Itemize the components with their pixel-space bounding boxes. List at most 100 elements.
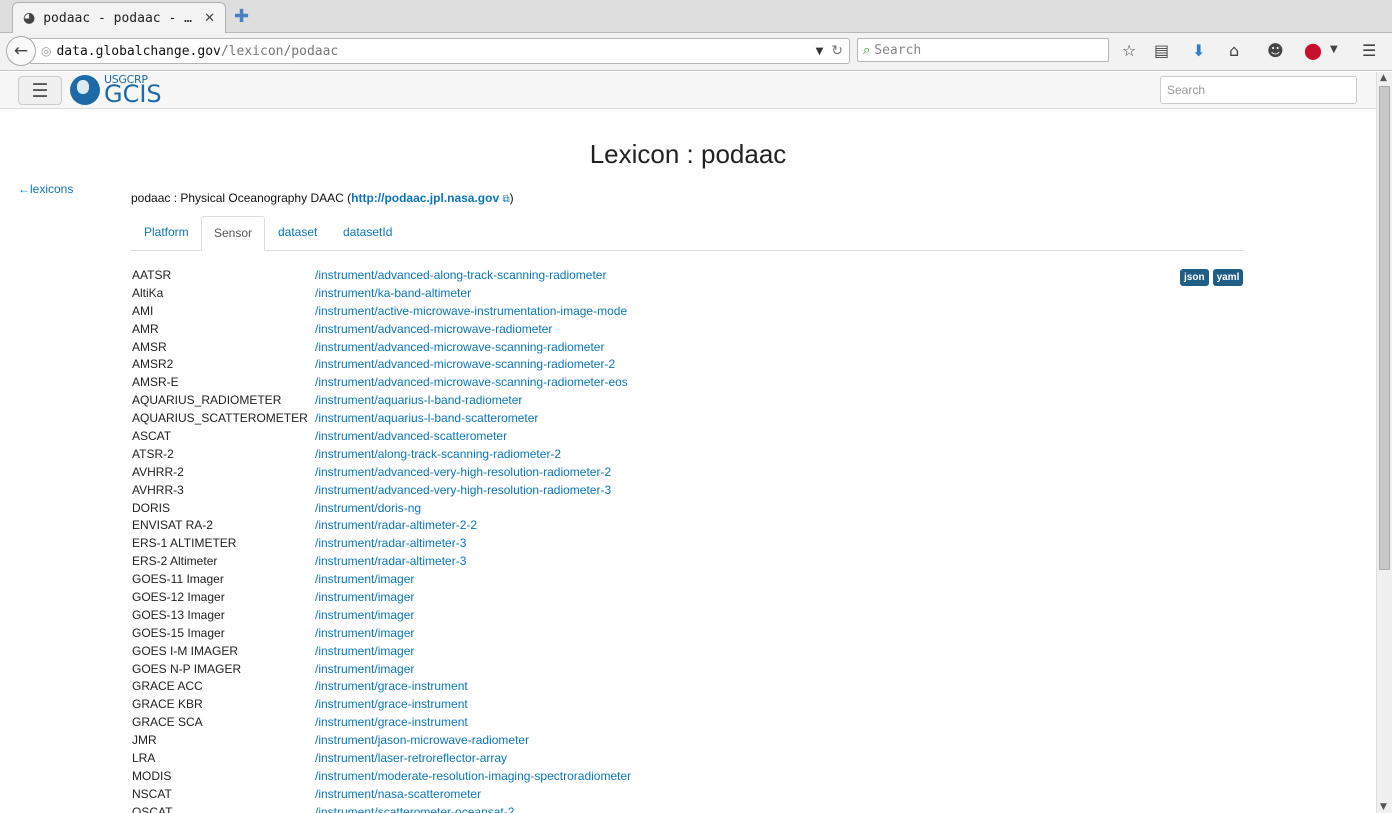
tab-dataset[interactable]: dataset <box>266 216 329 251</box>
term-target-link[interactable]: /instrument/advanced-microwave-scanning-… <box>315 373 628 391</box>
browser-search-input[interactable]: ⌕ Search <box>857 38 1109 62</box>
history-dropdown-icon[interactable]: ▼ <box>816 46 824 57</box>
adblock-icon[interactable]: ⬤ <box>1304 41 1322 60</box>
gcis-logo[interactable]: USGCRP GCIS <box>70 73 164 107</box>
vertical-scrollbar[interactable]: ▲ ▼ <box>1376 72 1392 813</box>
browser-tab[interactable]: ◕ podaac - podaac - … ✕ <box>12 2 226 33</box>
term-target-link[interactable]: /instrument/grace-instrument <box>315 695 468 713</box>
list-item: AVHRR-2/instrument/advanced-very-high-re… <box>131 463 1244 481</box>
term-target-link[interactable]: /instrument/imager <box>315 606 414 624</box>
hamburger-icon: ☰ <box>31 79 49 102</box>
term-target-link[interactable]: /instrument/ka-band-altimeter <box>315 284 471 302</box>
back-button[interactable]: ← <box>6 36 36 66</box>
podaac-homepage-link[interactable]: http://podaac.jpl.nasa.gov <box>351 191 499 205</box>
term-name: GRACE KBR <box>132 697 203 712</box>
scroll-up-icon[interactable]: ▲ <box>1380 73 1387 83</box>
term-target-link[interactable]: /instrument/radar-altimeter-3 <box>315 534 466 552</box>
term-name: GRACE ACC <box>132 679 203 694</box>
site-search-input[interactable]: Search <box>1160 76 1357 104</box>
term-target-link[interactable]: /instrument/along-track-scanning-radiome… <box>315 445 561 463</box>
list-item: MODIS/instrument/moderate-resolution-ima… <box>131 767 1244 785</box>
term-target-link[interactable]: /instrument/advanced-very-high-resolutio… <box>315 481 611 499</box>
term-name: ATSR-2 <box>132 446 174 461</box>
list-item: ERS-1 ALTIMETER/instrument/radar-altimet… <box>131 534 1244 552</box>
chat-icon[interactable]: ☻ <box>1267 41 1284 60</box>
tab-datasetid[interactable]: datasetId <box>331 216 404 251</box>
list-item: ASCAT/instrument/advanced-scatterometer <box>131 427 1244 445</box>
term-name: JMR <box>132 733 157 748</box>
term-target-link[interactable]: /instrument/advanced-very-high-resolutio… <box>315 463 611 481</box>
term-target-link[interactable]: /instrument/active-microwave-instrumenta… <box>315 302 627 320</box>
browser-search-placeholder: Search <box>874 42 922 58</box>
term-target-link[interactable]: /instrument/laser-retroreflector-array <box>315 749 507 767</box>
term-list: AATSR/instrument/advanced-along-track-sc… <box>131 266 1244 813</box>
term-name: GOES-12 Imager <box>132 590 225 605</box>
term-target-link[interactable]: /instrument/aquarius-l-band-radiometer <box>315 391 522 409</box>
back-to-lexicons-link[interactable]: ←lexicons <box>18 182 73 196</box>
term-target-link[interactable]: /instrument/jason-microwave-radiometer <box>315 731 529 749</box>
term-target-link[interactable]: /instrument/advanced-microwave-radiomete… <box>315 320 552 338</box>
address-bar[interactable]: ◎ data.globalchange.gov/lexicon/podaac ▼… <box>30 38 850 64</box>
term-target-link[interactable]: /instrument/advanced-microwave-scanning-… <box>315 338 604 356</box>
list-item: AVHRR-3/instrument/advanced-very-high-re… <box>131 481 1244 499</box>
term-name: DORIS <box>132 500 171 515</box>
term-target-link[interactable]: /instrument/imager <box>315 588 414 606</box>
list-item: AMI/instrument/active-microwave-instrume… <box>131 302 1244 320</box>
list-item: AQUARIUS_SCATTEROMETER/instrument/aquari… <box>131 409 1244 427</box>
reload-icon[interactable]: ↻ <box>831 43 843 59</box>
term-target-link[interactable]: /instrument/imager <box>315 624 414 642</box>
list-item: GOES-11 Imager/instrument/imager <box>131 570 1244 588</box>
scrollbar-thumb[interactable] <box>1379 86 1390 570</box>
term-target-link[interactable]: /instrument/doris-ng <box>315 499 421 517</box>
term-target-link[interactable]: /instrument/grace-instrument <box>315 713 468 731</box>
term-target-link[interactable]: /instrument/imager <box>315 642 414 660</box>
list-item: GOES I-M IMAGER/instrument/imager <box>131 642 1244 660</box>
term-name: GOES-11 Imager <box>132 572 224 587</box>
close-tab-icon[interactable]: ✕ <box>204 11 215 26</box>
term-target-link[interactable]: /instrument/radar-altimeter-3 <box>315 552 466 570</box>
term-name: AMR <box>132 321 159 336</box>
downloads-icon[interactable]: ⬇ <box>1192 41 1205 60</box>
term-name: AATSR <box>132 268 172 282</box>
menu-icon[interactable]: ☰ <box>1362 41 1376 60</box>
list-item: OSCAT/instrument/scatterometer-oceansat-… <box>131 803 1244 813</box>
external-link-icon: ⧉ <box>502 194 510 205</box>
term-name: LRA <box>132 751 156 766</box>
hamburger-menu-button[interactable]: ☰ <box>18 76 62 105</box>
term-name: ERS-1 ALTIMETER <box>132 536 237 551</box>
term-name: AQUARIUS_RADIOMETER <box>132 393 282 408</box>
term-target-link[interactable]: /instrument/aquarius-l-band-scatteromete… <box>315 409 538 427</box>
term-target-link[interactable]: /instrument/advanced-along-track-scannin… <box>315 266 606 284</box>
list-item: AMSR2/instrument/advanced-microwave-scan… <box>131 355 1244 373</box>
tab-platform[interactable]: Platform <box>132 216 201 251</box>
reading-list-icon[interactable]: ▤ <box>1154 41 1169 60</box>
new-tab-icon[interactable]: ✚ <box>234 6 249 27</box>
list-item: GRACE ACC/instrument/grace-instrument <box>131 677 1244 695</box>
list-item: AATSR/instrument/advanced-along-track-sc… <box>131 266 1244 284</box>
term-target-link[interactable]: /instrument/imager <box>315 660 414 678</box>
term-target-link[interactable]: /instrument/advanced-scatterometer <box>315 427 507 445</box>
term-target-link[interactable]: /instrument/scatterometer-oceansat-2 <box>315 803 514 813</box>
term-target-link[interactable]: /instrument/advanced-microwave-scanning-… <box>315 355 615 373</box>
tab-sensor[interactable]: Sensor <box>201 216 266 251</box>
term-target-link[interactable]: /instrument/grace-instrument <box>315 677 468 695</box>
term-target-link[interactable]: /instrument/imager <box>315 570 414 588</box>
term-target-link[interactable]: /instrument/radar-altimeter-2-2 <box>315 516 477 534</box>
scroll-down-icon[interactable]: ▼ <box>1380 802 1387 812</box>
term-name: AltiKa <box>132 285 164 300</box>
term-target-link[interactable]: /instrument/moderate-resolution-imaging-… <box>315 767 631 785</box>
home-icon[interactable]: ⌂ <box>1229 41 1239 60</box>
term-name: MODIS <box>132 768 172 783</box>
adblock-menu-icon[interactable]: ▼ <box>1330 44 1338 55</box>
url-text[interactable]: data.globalchange.gov/lexicon/podaac <box>56 44 815 59</box>
term-target-link[interactable]: /instrument/nasa-scatterometer <box>315 785 481 803</box>
bookmark-star-icon[interactable]: ☆ <box>1122 41 1136 60</box>
list-item: AMSR/instrument/advanced-microwave-scann… <box>131 338 1244 356</box>
browser-tab-strip: ◕ podaac - podaac - … ✕ ✚ <box>0 0 1392 33</box>
term-name: AMSR-E <box>132 375 179 390</box>
term-name: GRACE SCA <box>132 715 203 730</box>
list-item: GRACE KBR/instrument/grace-instrument <box>131 695 1244 713</box>
search-icon: ⌕ <box>863 42 871 58</box>
term-name: NSCAT <box>132 786 172 801</box>
page-title: Lexicon : podaac <box>589 139 787 169</box>
